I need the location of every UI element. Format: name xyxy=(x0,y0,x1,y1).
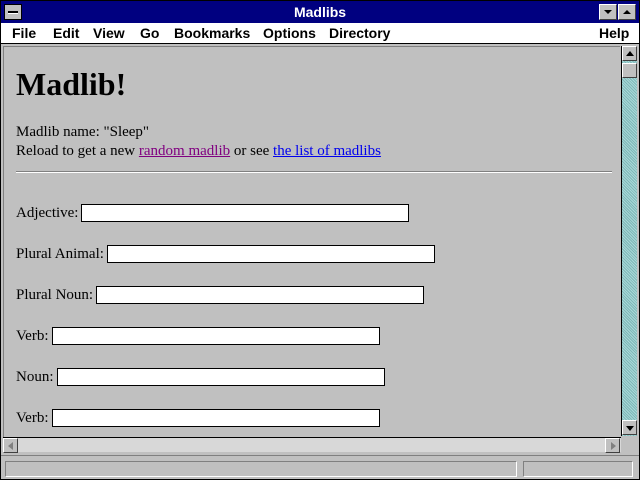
title-bar[interactable]: Madlibs xyxy=(1,1,639,23)
system-menu-icon[interactable] xyxy=(4,4,22,20)
page-content[interactable]: Madlib! Madlib name: "Sleep" Reload to g… xyxy=(3,46,620,437)
field-label: Plural Animal: xyxy=(16,246,104,262)
field-plural-animal: Plural Animal: xyxy=(16,244,435,264)
minimize-arrow-icon xyxy=(604,10,612,14)
random-madlib-link[interactable]: random madlib xyxy=(139,143,230,159)
reload-prefix: Reload to get a new xyxy=(16,143,139,159)
reload-middle-text: or see xyxy=(230,143,274,159)
down-arrow-icon xyxy=(626,426,634,431)
menu-help-label: Help xyxy=(599,25,630,41)
menu-help[interactable]: Help xyxy=(599,23,629,43)
browser-window: Madlibs File Edit View Go Bookmarks Opti… xyxy=(0,0,640,480)
horizontal-scrollbar[interactable] xyxy=(3,437,621,453)
maximize-arrow-icon xyxy=(623,10,631,14)
menu-bar: File Edit View Go Bookmarks Options Dire… xyxy=(1,23,639,44)
menu-edit[interactable]: Edit xyxy=(53,23,79,43)
field-noun: Noun: xyxy=(16,367,385,387)
vertical-scroll-thumb[interactable] xyxy=(622,63,637,78)
menu-view[interactable]: View xyxy=(93,23,125,43)
menu-directory-label: Directory xyxy=(329,25,391,41)
field-verb: Verb: xyxy=(16,326,380,346)
menu-bookmarks[interactable]: Bookmarks xyxy=(174,23,250,43)
status-bar xyxy=(1,455,639,479)
field-plural-noun: Plural Noun: xyxy=(16,285,425,305)
field-adjective: Adjective: xyxy=(16,203,410,223)
field-label: Adjective: xyxy=(16,205,79,221)
adjective-input[interactable] xyxy=(81,204,410,222)
right-arrow-icon xyxy=(611,442,616,450)
menu-file[interactable]: File xyxy=(12,23,36,43)
maximize-button[interactable] xyxy=(618,4,636,20)
menu-bookmarks-label: Bookmarks xyxy=(174,25,251,41)
scroll-left-button[interactable] xyxy=(3,438,18,453)
madlib-list-link[interactable]: the list of madlibs xyxy=(273,143,381,159)
field-verb-2: Verb: xyxy=(16,408,380,428)
plural-noun-input[interactable] xyxy=(96,286,425,304)
field-label: Verb: xyxy=(16,410,49,426)
reload-line: Reload to get a new random madlib or see… xyxy=(16,142,381,160)
menu-go-label: Go xyxy=(140,25,160,41)
window-title: Madlibs xyxy=(293,4,347,20)
plural-animal-input[interactable] xyxy=(106,245,435,263)
madlib-name: Madlib name: "Sleep" xyxy=(16,124,150,140)
progress-indicator xyxy=(523,461,633,477)
scroll-up-button[interactable] xyxy=(622,46,637,61)
verb-input[interactable] xyxy=(51,327,380,345)
menu-options[interactable]: Options xyxy=(263,23,316,43)
page-title: Madlib! xyxy=(16,66,127,102)
noun-input[interactable] xyxy=(56,368,385,386)
up-arrow-icon xyxy=(626,51,634,56)
menu-options-label: Options xyxy=(263,25,316,41)
scroll-right-button[interactable] xyxy=(605,438,620,453)
minimize-button[interactable] xyxy=(599,4,617,20)
status-text xyxy=(5,461,517,477)
menu-directory[interactable]: Directory xyxy=(329,23,390,43)
verb-input-2[interactable] xyxy=(51,409,380,427)
menu-file-label: File xyxy=(12,25,37,41)
scroll-down-button[interactable] xyxy=(622,420,637,435)
left-arrow-icon xyxy=(8,442,13,450)
divider xyxy=(16,171,612,173)
menu-edit-label: Edit xyxy=(53,25,80,41)
menu-view-label: View xyxy=(93,25,125,41)
field-label: Plural Noun: xyxy=(16,287,94,303)
field-label: Verb: xyxy=(16,328,49,344)
vertical-scrollbar[interactable] xyxy=(621,46,637,436)
menu-go[interactable]: Go xyxy=(140,23,159,43)
field-label: Noun: xyxy=(16,369,54,385)
